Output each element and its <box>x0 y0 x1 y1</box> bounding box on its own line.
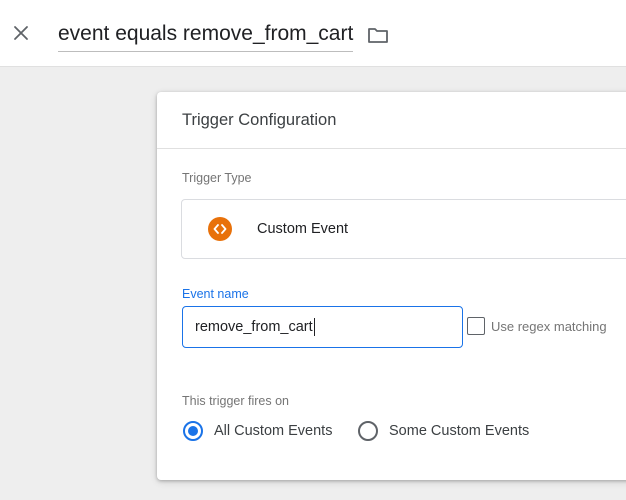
trigger-type-name: Custom Event <box>257 221 349 237</box>
top-bar: event equals remove_from_cart <box>0 0 626 67</box>
trigger-title[interactable]: event equals remove_from_cart <box>58 20 353 50</box>
close-button[interactable] <box>8 20 34 46</box>
regex-label: Use regex matching <box>491 318 607 334</box>
trigger-name-field[interactable]: event equals remove_from_cart <box>58 18 354 52</box>
event-name-label: Event name <box>182 287 249 301</box>
event-name-input[interactable]: remove_from_cart <box>182 306 463 348</box>
card-header: Trigger Configuration <box>157 92 626 149</box>
folder-button[interactable] <box>366 23 390 47</box>
event-name-value: remove_from_cart <box>195 319 313 335</box>
radio-button-unselected[interactable] <box>358 421 378 441</box>
fires-on-label: This trigger fires on <box>182 394 289 408</box>
radio-label-some: Some Custom Events <box>389 423 530 439</box>
radio-some-custom-events[interactable]: Some Custom Events <box>358 421 529 441</box>
trigger-configuration-card: Trigger Configuration Trigger Type Custo… <box>157 92 626 480</box>
trigger-type-label: Trigger Type <box>182 171 252 185</box>
radio-label-all: All Custom Events <box>214 423 333 439</box>
regex-checkbox[interactable] <box>467 317 485 335</box>
radio-all-custom-events[interactable]: All Custom Events <box>183 421 332 441</box>
text-caret <box>313 318 315 336</box>
radio-button-selected[interactable] <box>183 421 203 441</box>
folder-icon <box>368 28 388 43</box>
regex-option[interactable]: Use regex matching <box>467 317 607 335</box>
close-icon <box>14 26 28 40</box>
card-title: Trigger Configuration <box>182 110 337 129</box>
code-brackets-icon <box>208 217 232 241</box>
trigger-type-selector[interactable]: Custom Event <box>181 199 626 259</box>
